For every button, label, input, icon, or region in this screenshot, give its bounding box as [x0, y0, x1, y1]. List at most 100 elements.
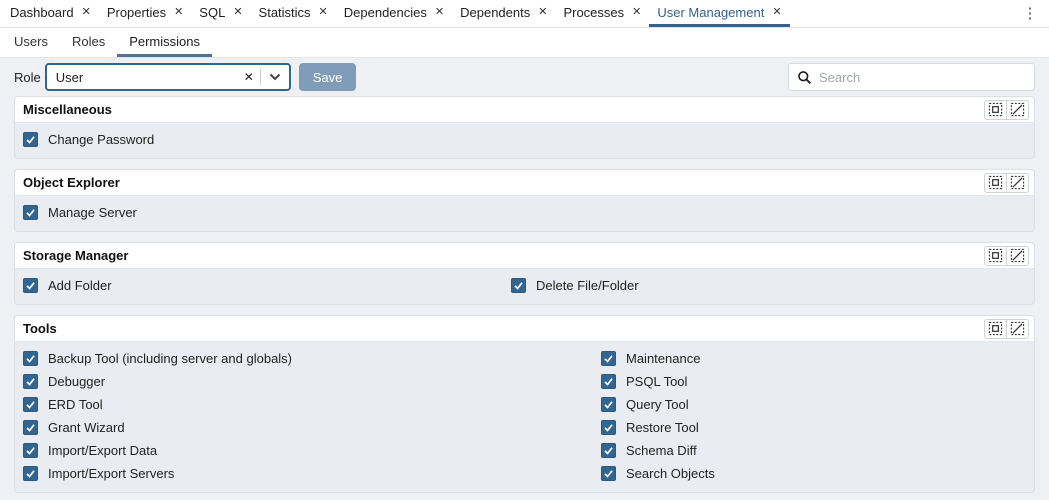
- section-title: Miscellaneous: [23, 102, 112, 117]
- clear-icon[interactable]: ✕: [238, 71, 260, 83]
- section-actions: [984, 173, 1029, 193]
- permission-item[interactable]: Schema Diff: [601, 439, 1026, 462]
- tab-dependencies[interactable]: Dependencies ✕: [336, 0, 452, 27]
- permission-label: Search Objects: [626, 466, 715, 481]
- permission-item[interactable]: Change Password: [23, 128, 1026, 151]
- checkbox-checked-icon[interactable]: [601, 466, 616, 481]
- section-title: Storage Manager: [23, 248, 128, 263]
- permission-item[interactable]: PSQL Tool: [601, 370, 1026, 393]
- permission-item[interactable]: Import/Export Data: [23, 439, 601, 462]
- permission-item[interactable]: Grant Wizard: [23, 416, 601, 439]
- role-combobox[interactable]: ✕: [45, 63, 291, 91]
- checkbox-checked-icon[interactable]: [23, 466, 38, 481]
- checkbox-checked-icon[interactable]: [23, 397, 38, 412]
- permission-item[interactable]: Debugger: [23, 370, 601, 393]
- subtab-roles[interactable]: Roles: [60, 28, 117, 57]
- tab-label: Processes: [563, 5, 624, 20]
- tab-dependents[interactable]: Dependents ✕: [452, 0, 555, 27]
- subtab-permissions[interactable]: Permissions: [117, 28, 212, 57]
- permission-label: Delete File/Folder: [536, 278, 639, 293]
- deselect-all-button[interactable]: [1006, 100, 1029, 120]
- permission-label: Change Password: [48, 132, 154, 147]
- chevron-down-icon[interactable]: [261, 73, 289, 81]
- tab-close-icon[interactable]: ✕: [435, 7, 444, 18]
- tab-close-icon[interactable]: ✕: [319, 7, 328, 18]
- checkmark-icon: [25, 280, 36, 291]
- permission-section: Storage Manager: [14, 242, 1035, 305]
- permission-sections: Miscellaneous: [0, 96, 1049, 493]
- tab-close-icon[interactable]: ✕: [632, 7, 641, 18]
- checkbox-checked-icon[interactable]: [23, 205, 38, 220]
- permission-item[interactable]: Restore Tool: [601, 416, 1026, 439]
- tab-close-icon[interactable]: ✕: [538, 7, 547, 18]
- role-input[interactable]: [47, 70, 238, 85]
- checkbox-checked-icon[interactable]: [601, 374, 616, 389]
- section-body: Change Password: [15, 123, 1034, 158]
- tab-statistics[interactable]: Statistics ✕: [251, 0, 336, 27]
- checkmark-icon: [603, 445, 614, 456]
- deselect-all-button[interactable]: [1006, 246, 1029, 266]
- select-all-button[interactable]: [984, 173, 1007, 193]
- permission-label: Grant Wizard: [48, 420, 125, 435]
- role-toolbar: Role ✕ Save: [0, 58, 1049, 96]
- permission-section: Tools: [14, 315, 1035, 493]
- tab-close-icon[interactable]: ✕: [82, 7, 91, 18]
- search-input[interactable]: [819, 70, 1026, 85]
- tab-label: Dependents: [460, 5, 530, 20]
- tab-strip: Dashboard ✕ Properties ✕ SQL ✕ Statistic…: [0, 0, 1049, 28]
- checkmark-icon: [25, 134, 36, 145]
- permission-label: Restore Tool: [626, 420, 699, 435]
- permission-label: Add Folder: [48, 278, 112, 293]
- select-all-button[interactable]: [984, 100, 1007, 120]
- tab-close-icon[interactable]: ✕: [174, 7, 183, 18]
- select-all-button[interactable]: [984, 246, 1007, 266]
- checkbox-checked-icon[interactable]: [23, 420, 38, 435]
- checkmark-icon: [603, 468, 614, 479]
- permission-item[interactable]: ERD Tool: [23, 393, 601, 416]
- tab-user-management[interactable]: User Management ✕: [649, 0, 789, 27]
- section-actions: [984, 246, 1029, 266]
- permission-item[interactable]: Maintenance: [601, 347, 1026, 370]
- checkmark-icon: [25, 422, 36, 433]
- tab-close-icon[interactable]: ✕: [233, 7, 242, 18]
- kebab-menu-icon[interactable]: ⋮: [1019, 2, 1041, 24]
- deselect-all-button[interactable]: [1006, 173, 1029, 193]
- subtab-users[interactable]: Users: [2, 28, 60, 57]
- permission-item[interactable]: Search Objects: [601, 462, 1026, 485]
- section-actions: [984, 100, 1029, 120]
- tab-processes[interactable]: Processes ✕: [555, 0, 649, 27]
- checkbox-checked-icon[interactable]: [601, 443, 616, 458]
- permission-item[interactable]: Add Folder: [23, 274, 511, 297]
- permission-item[interactable]: Delete File/Folder: [511, 274, 1026, 297]
- deselect-all-button[interactable]: [1006, 319, 1029, 339]
- deselect-all-icon: [1010, 248, 1025, 263]
- deselect-all-icon: [1010, 175, 1025, 190]
- checkbox-checked-icon[interactable]: [23, 132, 38, 147]
- permission-item[interactable]: Backup Tool (including server and global…: [23, 347, 601, 370]
- permission-label: Manage Server: [48, 205, 137, 220]
- select-all-icon: [988, 102, 1003, 117]
- checkbox-checked-icon[interactable]: [23, 374, 38, 389]
- select-all-button[interactable]: [984, 319, 1007, 339]
- select-all-icon: [988, 248, 1003, 263]
- tab-properties[interactable]: Properties ✕: [99, 0, 191, 27]
- checkbox-checked-icon[interactable]: [601, 397, 616, 412]
- permission-item[interactable]: Import/Export Servers: [23, 462, 601, 485]
- tab-sql[interactable]: SQL ✕: [191, 0, 250, 27]
- permission-label: Query Tool: [626, 397, 689, 412]
- checkbox-checked-icon[interactable]: [23, 443, 38, 458]
- checkbox-checked-icon[interactable]: [601, 420, 616, 435]
- tab-label: SQL: [199, 5, 225, 20]
- save-button[interactable]: Save: [299, 63, 357, 91]
- permission-section: Object Explorer: [14, 169, 1035, 232]
- tab-label: Statistics: [259, 5, 311, 20]
- tab-dashboard[interactable]: Dashboard ✕: [2, 0, 99, 27]
- permission-item[interactable]: Manage Server: [23, 201, 1026, 224]
- checkbox-checked-icon[interactable]: [601, 351, 616, 366]
- checkbox-checked-icon[interactable]: [23, 278, 38, 293]
- tab-close-icon[interactable]: ✕: [772, 7, 781, 18]
- search-box[interactable]: [788, 63, 1035, 91]
- checkbox-checked-icon[interactable]: [511, 278, 526, 293]
- permission-item[interactable]: Query Tool: [601, 393, 1026, 416]
- checkbox-checked-icon[interactable]: [23, 351, 38, 366]
